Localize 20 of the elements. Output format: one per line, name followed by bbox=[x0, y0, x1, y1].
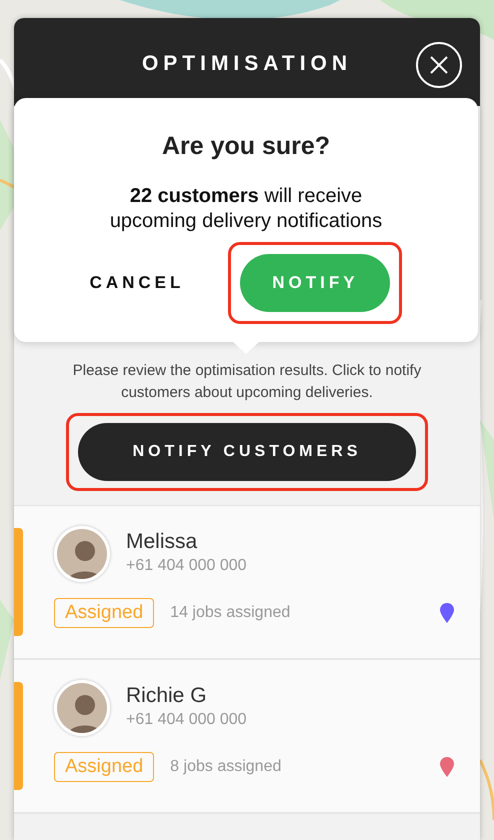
avatar bbox=[54, 526, 110, 582]
driver-name: Melissa bbox=[126, 528, 198, 554]
close-button[interactable] bbox=[416, 42, 462, 88]
cancel-button[interactable]: CANCEL bbox=[90, 270, 184, 296]
driver-phone: +61 404 000 000 bbox=[126, 710, 247, 730]
driver-name: Richie G bbox=[126, 682, 208, 708]
jobs-count: 14 jobs assigned bbox=[170, 602, 290, 623]
review-text: Please review the optimisation results. Click to notify customers about upcoming deliveries. bbox=[72, 360, 422, 403]
jobs-count: 8 jobs assigned bbox=[170, 756, 282, 777]
panel-title: OPTIMISATION bbox=[142, 51, 352, 76]
confirm-message: 22 customers will receive upcoming delivery notifications bbox=[108, 184, 384, 234]
notify-customers-button[interactable]: NOTIFY CUSTOMERS bbox=[78, 422, 416, 480]
close-icon bbox=[430, 56, 448, 74]
avatar bbox=[54, 680, 110, 736]
confirm-title: Are you sure? bbox=[160, 131, 332, 162]
status-tag: Assigned bbox=[54, 752, 154, 782]
status-tag: Assigned bbox=[54, 598, 154, 628]
driver-card[interactable]: Melissa +61 404 000 000 Assigned 14 jobs assigned bbox=[14, 506, 480, 660]
driver-phone: +61 404 000 000 bbox=[126, 556, 247, 576]
driver-card[interactable]: Richie G +61 404 000 000 Assigned 8 jobs assigned bbox=[14, 660, 480, 814]
